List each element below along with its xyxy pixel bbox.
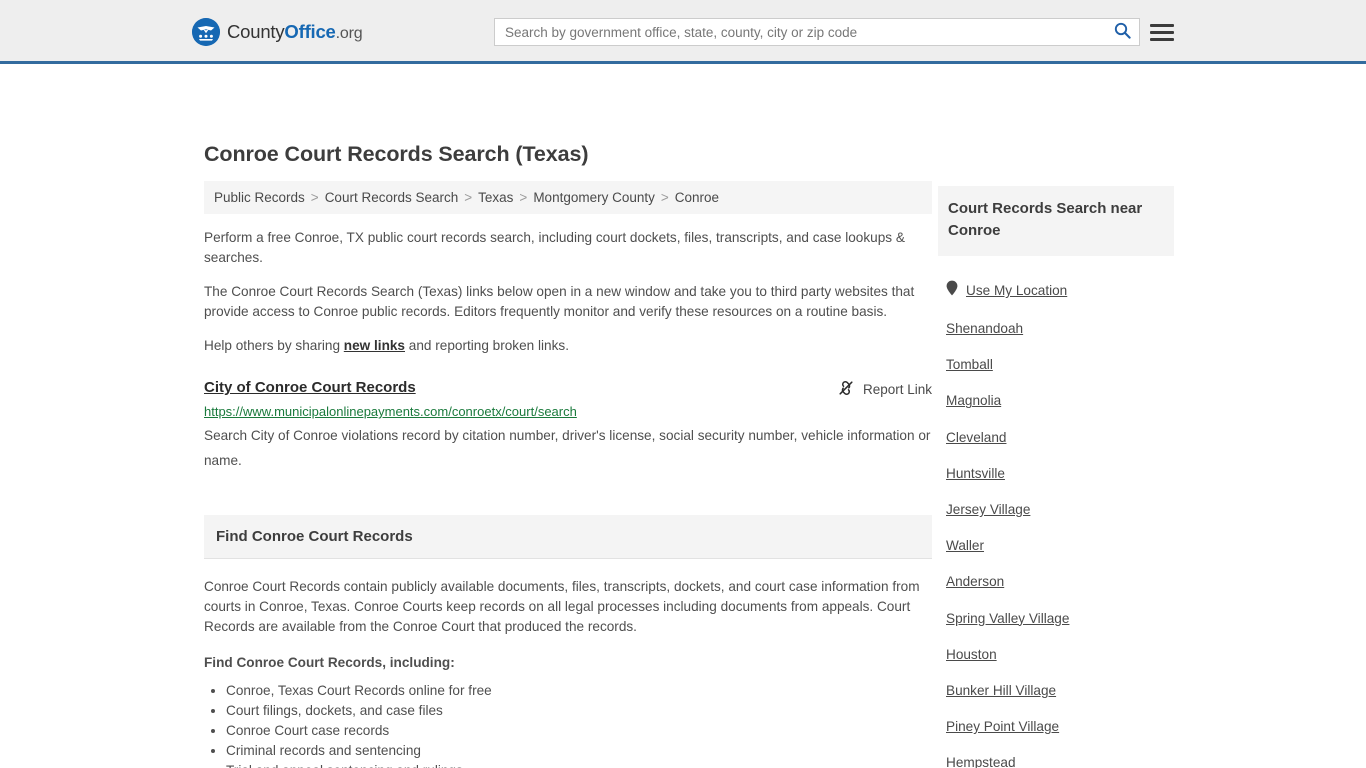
section-paragraph: Conroe Court Records contain publicly av…: [204, 579, 920, 634]
breadcrumb-item-montgomery-county[interactable]: Montgomery County: [533, 190, 655, 205]
sidebar-city-cleveland[interactable]: Cleveland: [946, 420, 1174, 456]
sidebar-city-bunker-hill-village[interactable]: Bunker Hill Village: [946, 673, 1174, 709]
sidebar-city-piney-point-village[interactable]: Piney Point Village: [946, 709, 1174, 745]
logo-text-office: Office: [284, 21, 336, 42]
hamburger-menu-icon[interactable]: [1150, 20, 1174, 44]
breadcrumb-item-public-records[interactable]: Public Records: [214, 190, 305, 205]
logo-text-county: County: [227, 21, 285, 42]
breadcrumb-separator: >: [660, 190, 669, 205]
page-title: Conroe Court Records Search (Texas): [204, 142, 589, 166]
breadcrumb-separator: >: [464, 190, 473, 205]
search-bar[interactable]: [494, 18, 1140, 46]
countyoffice-eagle-logo-icon: [192, 18, 220, 46]
list-item: Conroe, Texas Court Records online for f…: [226, 681, 932, 701]
find-records-section-header: Find Conroe Court Records: [204, 515, 932, 559]
find-records-section-body: Conroe Court Records contain publicly av…: [204, 559, 932, 768]
help-prefix-text: Help others by sharing: [204, 338, 344, 353]
breadcrumb: Public Records > Court Records Search > …: [204, 181, 932, 214]
sidebar-city-jersey-village[interactable]: Jersey Village: [946, 492, 1174, 528]
use-my-location-link[interactable]: Use My Location: [966, 283, 1067, 298]
list-item: Criminal records and sentencing: [226, 741, 932, 761]
result-url[interactable]: https://www.municipalonlinepayments.com/…: [204, 403, 932, 421]
breadcrumb-item-texas[interactable]: Texas: [478, 190, 513, 205]
list-item: Conroe Court case records: [226, 721, 932, 741]
hamburger-bar-3: [1150, 37, 1174, 41]
broken-link-icon: [837, 379, 855, 400]
help-paragraph: Help others by sharing new links and rep…: [204, 336, 932, 356]
sidebar-city-hempstead[interactable]: Hempstead: [946, 745, 1174, 768]
result-link-block: City of Conroe Court Records Report Link…: [204, 378, 932, 473]
site-logo-text: CountyOffice.org: [227, 21, 363, 43]
list-item: Court filings, dockets, and case files: [226, 701, 932, 721]
report-link-button[interactable]: Report Link: [837, 379, 932, 400]
breadcrumb-item-conroe: Conroe: [674, 190, 720, 205]
hamburger-bar-2: [1150, 30, 1174, 34]
sidebar-city-tomball[interactable]: Tomball: [946, 347, 1174, 383]
section-heading: Find Conroe Court Records: [216, 528, 413, 545]
sidebar-city-houston[interactable]: Houston: [946, 637, 1174, 673]
breadcrumb-separator: >: [519, 190, 528, 205]
result-header-row: City of Conroe Court Records Report Link: [204, 378, 932, 400]
logo-text-org: .org: [335, 25, 363, 42]
breadcrumb-separator: >: [310, 190, 319, 205]
description-paragraph: The Conroe Court Records Search (Texas) …: [204, 284, 915, 319]
sidebar-city-huntsville[interactable]: Huntsville: [946, 456, 1174, 492]
record-types-list: Conroe, Texas Court Records online for f…: [204, 681, 932, 768]
nearby-cities-list: Shenandoah Tomball Magnolia Cleveland Hu…: [938, 311, 1174, 768]
sidebar-city-magnolia[interactable]: Magnolia: [946, 383, 1174, 419]
search-input[interactable]: [495, 19, 1105, 45]
search-button[interactable]: [1105, 19, 1139, 45]
help-suffix-text: and reporting broken links.: [405, 338, 569, 353]
intro-paragraph: Perform a free Conroe, TX public court r…: [204, 230, 905, 265]
new-links-link[interactable]: new links: [344, 338, 405, 353]
sidebar-heading: Court Records Search near Conroe: [948, 200, 1143, 239]
site-logo[interactable]: CountyOffice.org: [192, 18, 363, 46]
search-icon: [1114, 22, 1131, 42]
site-header: CountyOffice.org: [0, 0, 1366, 64]
use-my-location-row[interactable]: Use My Location: [938, 272, 1174, 311]
result-description: Search City of Conroe violations record …: [204, 428, 931, 468]
hamburger-bar-1: [1150, 23, 1174, 27]
main-content: Conroe Court Records Search (Texas) Publ…: [204, 142, 932, 768]
sidebar-header: Court Records Search near Conroe: [938, 186, 1174, 256]
list-item: Trial and appeal sentencing and rulings: [226, 761, 932, 768]
sidebar-city-shenandoah[interactable]: Shenandoah: [946, 311, 1174, 347]
breadcrumb-item-court-records-search[interactable]: Court Records Search: [325, 190, 459, 205]
result-title-link[interactable]: City of Conroe Court Records: [204, 378, 416, 398]
report-link-label: Report Link: [862, 382, 932, 397]
location-pin-icon: [946, 280, 958, 301]
sidebar: Court Records Search near Conroe Use My …: [938, 186, 1174, 768]
section-subheading: Find Conroe Court Records, including:: [204, 655, 455, 670]
sidebar-city-anderson[interactable]: Anderson: [946, 564, 1174, 600]
sidebar-city-waller[interactable]: Waller: [946, 528, 1174, 564]
sidebar-city-spring-valley-village[interactable]: Spring Valley Village: [946, 601, 1174, 637]
